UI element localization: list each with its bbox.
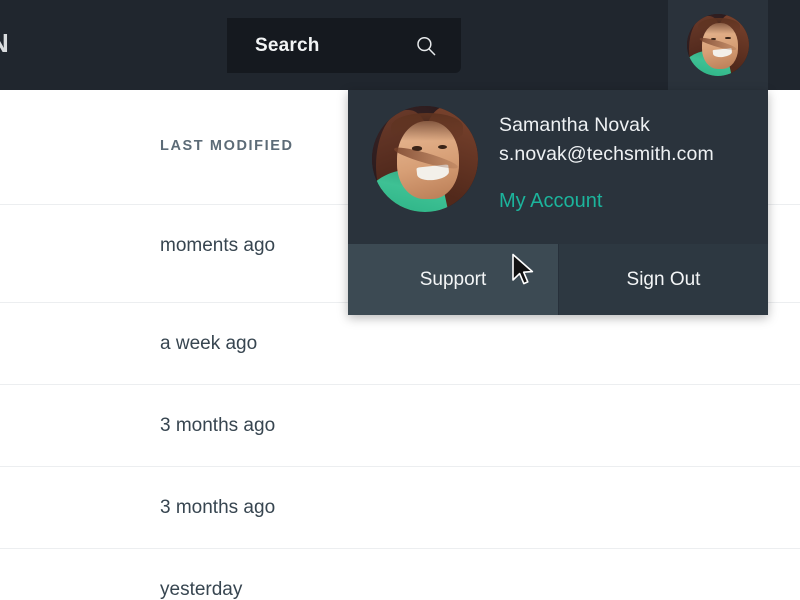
search-placeholder-label: Search [255, 34, 320, 56]
my-account-link[interactable]: My Account [499, 190, 602, 213]
cell-last-modified: moments ago [160, 234, 276, 256]
cell-last-modified: 3 months ago [160, 414, 276, 436]
avatar [687, 14, 749, 76]
sign-out-button[interactable]: Sign Out [558, 244, 768, 315]
support-button[interactable]: Support [348, 244, 558, 315]
avatar [372, 106, 478, 212]
top-header-bar: N Search [0, 0, 800, 90]
dropdown-action-row: Support Sign Out [348, 244, 768, 315]
search-input[interactable]: Search [227, 18, 461, 73]
account-dropdown-menu: Samantha Novak s.novak@techsmith.com My … [348, 90, 768, 315]
table-row[interactable]: 3 months ago [0, 466, 800, 548]
search-icon[interactable] [415, 35, 437, 57]
cell-last-modified: yesterday [160, 578, 243, 600]
user-avatar-image [687, 14, 749, 76]
cell-last-modified: a week ago [160, 332, 258, 354]
cell-last-modified: 3 months ago [160, 496, 276, 518]
account-avatar-button[interactable] [668, 0, 768, 90]
table-row[interactable]: yesterday [0, 548, 800, 600]
user-avatar-image [372, 106, 478, 212]
table-row[interactable]: 3 months ago [0, 384, 800, 466]
column-header-last-modified[interactable]: LAST MODIFIED [160, 138, 294, 154]
brand-logo-text[interactable]: N [0, 30, 9, 56]
account-email: s.novak@techsmith.com [499, 143, 714, 165]
account-name: Samantha Novak [499, 114, 650, 136]
